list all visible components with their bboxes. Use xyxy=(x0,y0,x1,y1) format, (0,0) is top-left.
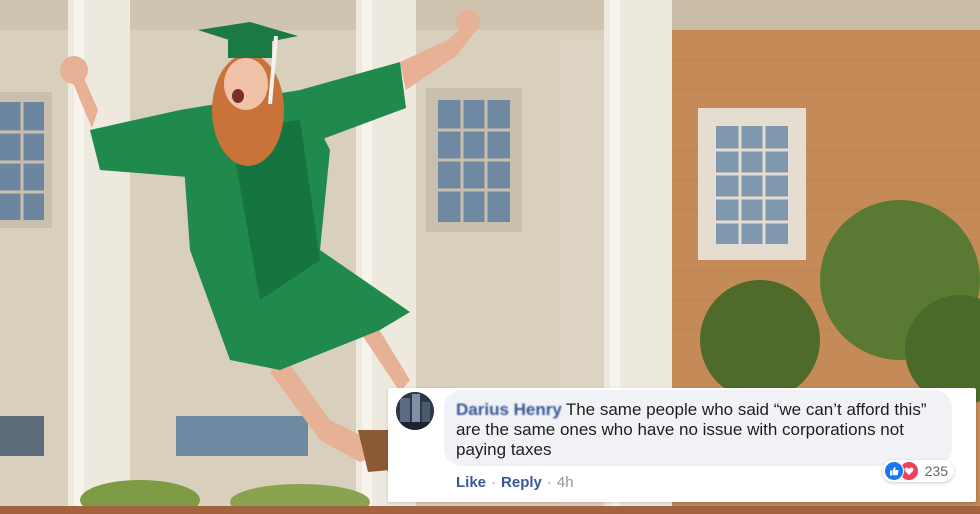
comment-card: Darius Henry The same people who said “we… xyxy=(388,388,976,502)
thumbs-up-icon xyxy=(883,461,904,481)
reaction-summary[interactable]: 235 xyxy=(881,460,954,482)
separator-dot: · xyxy=(491,474,497,491)
comment-author[interactable]: Darius Henry xyxy=(456,400,562,419)
comment-bubble: Darius Henry The same people who said “we… xyxy=(444,390,952,466)
avatar-image xyxy=(396,392,434,430)
like-button[interactable]: Like xyxy=(456,474,486,491)
author-avatar[interactable] xyxy=(396,392,434,430)
reaction-count: 235 xyxy=(924,463,948,479)
comment-actions: Like · Reply · 4h xyxy=(456,474,574,491)
separator-dot: · xyxy=(546,474,552,491)
comment-timestamp[interactable]: 4h xyxy=(557,474,574,491)
reply-button[interactable]: Reply xyxy=(501,474,542,491)
